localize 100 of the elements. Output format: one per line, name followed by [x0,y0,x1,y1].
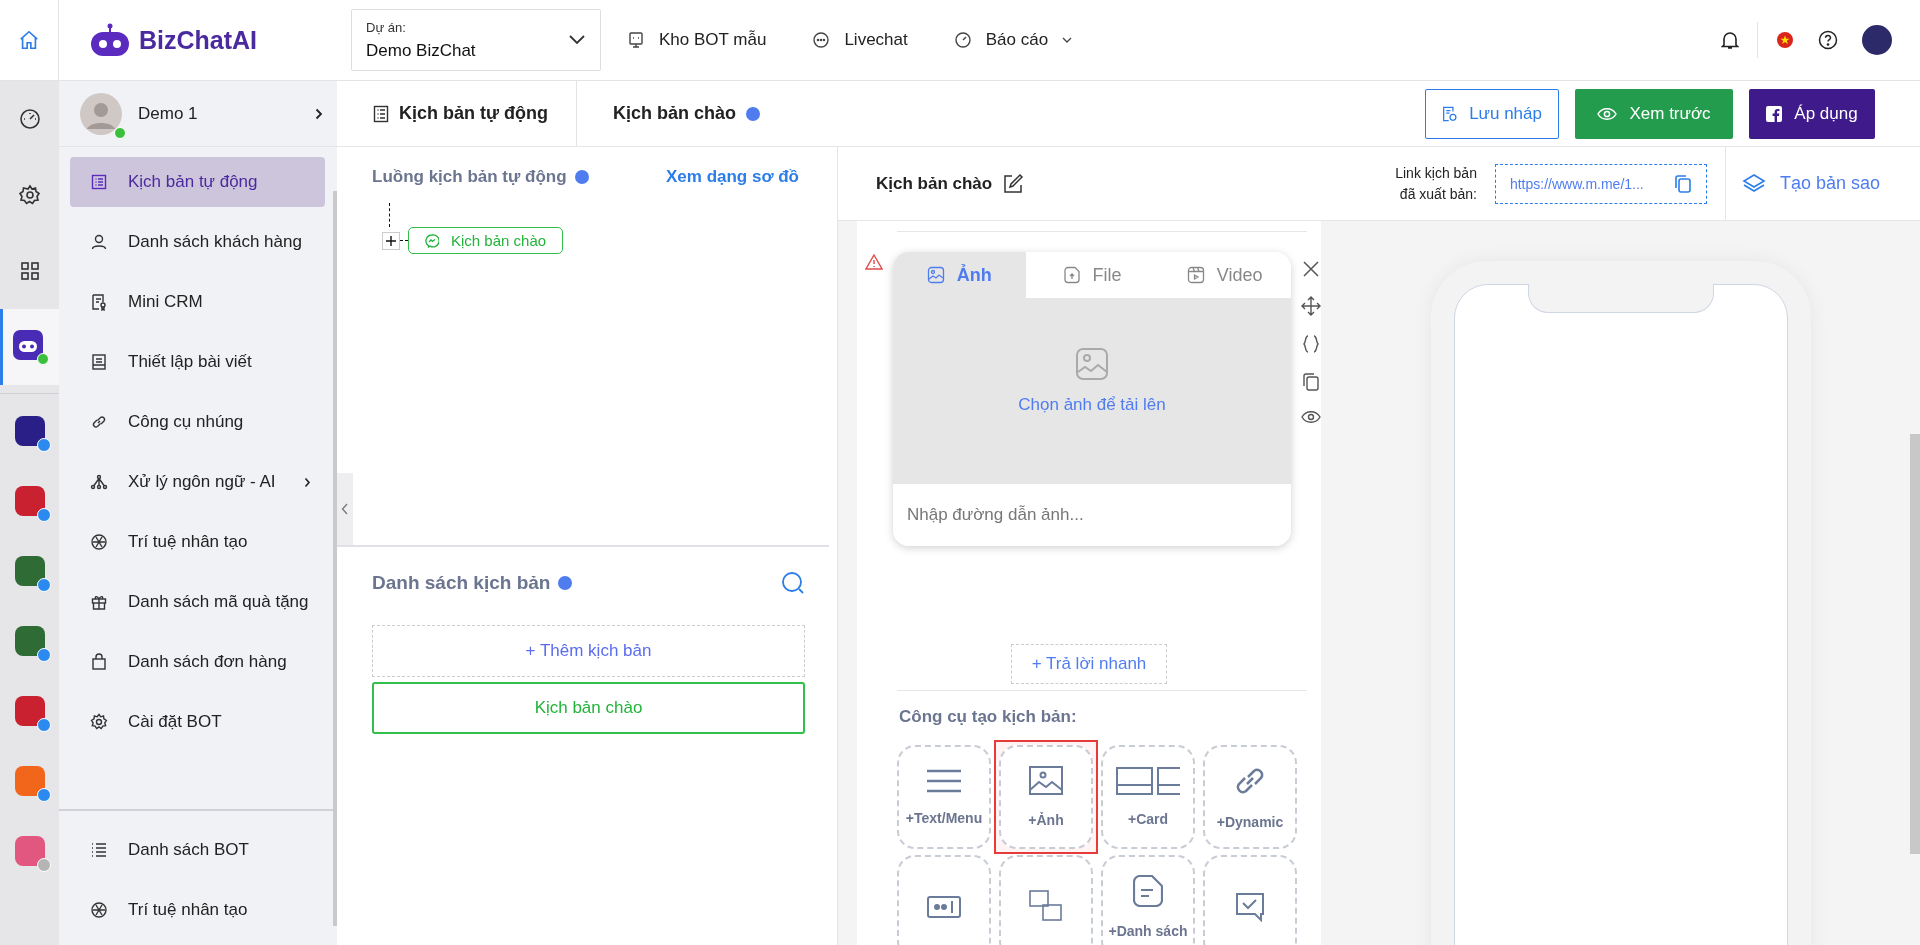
menu-item[interactable]: Kịch bản tự động [70,157,325,207]
scrollbar[interactable] [333,191,337,926]
warning-icon [865,254,883,270]
action-button[interactable]: Lưu nháp [1425,88,1559,139]
menu-item[interactable]: Cài đặt BOT [70,697,325,747]
image-icon [926,266,945,284]
robot-app-icon [13,329,49,365]
logo-text: BizChatAI [139,25,258,55]
script-title: Kịch bản chào [876,173,993,194]
info-icon [558,576,573,590]
account-row[interactable]: Demo 1 [59,81,337,147]
app-icon[interactable] [14,556,45,586]
menu-item-icon [90,841,108,859]
menu-item[interactable]: Trí tuệ nhân tạo [70,885,325,935]
menu-item[interactable]: Danh sách khách hàng [70,217,325,267]
app-icon[interactable] [14,696,45,726]
menu-item-icon [90,533,108,551]
tool-button[interactable]: +Dynamic [1203,745,1297,849]
layers-icon [1741,172,1766,195]
tool-button[interactable] [897,855,991,945]
tool-button[interactable]: +Text/Menu [897,745,991,849]
add-script-button[interactable]: + Thêm kịch bản [372,625,805,677]
search-icon[interactable] [781,571,805,595]
image-placeholder-icon [1075,347,1109,381]
settings-icon [18,184,41,206]
eye-icon [1597,106,1618,121]
home-icon[interactable] [18,29,40,51]
menu-item-icon [90,353,108,371]
menu-item[interactable]: Mini CRM [70,277,325,327]
nav-link[interactable]: Livechat [812,30,908,50]
tools-title: Công cụ tạo kịch bản: [899,707,1078,727]
flag-icon[interactable] [1776,31,1794,49]
menu-item[interactable]: Danh sách mã quà tặng [70,577,325,627]
chevron-down-icon [1062,36,1073,44]
app-icon[interactable] [14,416,45,446]
menu-item-icon [90,173,108,191]
chevron-down-icon [568,34,586,46]
menu-item-icon [90,413,108,431]
link-field[interactable]: https://www.m.me/1... [1494,163,1707,204]
video-icon [1186,266,1205,284]
chevron-right-icon [304,476,311,488]
diagram-view-link[interactable]: Xem dạng sơ đồ [666,167,799,187]
media-tab[interactable]: Video [1158,252,1291,298]
edit-icon[interactable] [1002,172,1025,195]
action-button[interactable]: Áp dụng [1749,88,1875,139]
menu-item[interactable]: Danh sách đơn hàng [70,637,325,687]
menu-item-icon [90,293,108,311]
gauge-icon [953,31,972,49]
copy-icon[interactable] [1302,372,1320,392]
chat-icon [812,31,831,49]
menu-item-icon [90,713,108,731]
menu-item[interactable]: Xử lý ngôn ngữ - AI [70,457,325,507]
menu-item[interactable]: Thiết lập bài viết [70,337,325,387]
menu-item[interactable]: Trí tuệ nhân tạo [70,517,325,567]
expand-icon[interactable] [382,231,400,250]
copy-icon[interactable] [1673,173,1692,194]
collapse-handle[interactable] [337,473,353,545]
menu-item-icon [90,593,108,611]
nav-link[interactable]: Kho BOT mẫu [627,30,767,50]
eye-icon[interactable] [1301,410,1321,424]
tool-button[interactable]: +Ảnh [999,745,1093,849]
info-icon [574,170,589,184]
grid-icon [19,261,40,281]
project-select[interactable]: Dự án: Demo BizChat [351,9,601,71]
menu-item-icon [90,233,108,251]
code-braces-icon[interactable] [1302,334,1320,354]
tool-button[interactable] [1203,855,1297,945]
messenger-icon [425,233,439,248]
avatar[interactable] [1862,25,1892,55]
breadcrumb-link[interactable]: Kịch bản tự động [337,81,578,146]
breadcrumb-current: Kịch bản chào [613,103,737,124]
upload-area[interactable]: Chọn ảnh để tải lên [893,298,1291,484]
chevron-right-icon [315,107,323,120]
scrollbar[interactable] [1910,434,1920,854]
menu-item-icon [90,901,108,919]
close-icon[interactable] [1302,260,1320,278]
nav-link[interactable]: Báo cáo [953,30,1073,50]
app-icon[interactable] [14,626,45,656]
robot-icon [627,31,645,49]
lines-icon [926,768,962,794]
quick-reply-button[interactable]: + Trả lời nhanh [1010,644,1168,684]
tool-button[interactable] [999,855,1093,945]
app-icon[interactable] [14,486,45,516]
chat-check-icon [1235,892,1265,922]
tool-button[interactable]: +Danh sách [1101,855,1195,945]
media-tab[interactable]: Ảnh [893,252,1026,298]
menu-item-icon [90,473,108,491]
bell-icon[interactable] [1721,30,1739,50]
tool-button[interactable]: +Card [1101,745,1195,849]
action-button[interactable]: Xem trước [1575,88,1733,139]
image-url-input[interactable]: Nhập đường dẫn ảnh... [893,484,1291,546]
help-icon[interactable] [1818,30,1838,50]
document-icon [373,104,389,123]
document-icon [1133,875,1163,907]
cards-icon [1116,767,1180,795]
menu-item[interactable]: Công cụ nhúng [70,397,325,447]
gauge-icon [18,108,41,130]
move-icon[interactable] [1301,296,1321,316]
menu-item[interactable]: Danh sách BOT [70,825,325,875]
file-upload-icon [1062,266,1081,284]
